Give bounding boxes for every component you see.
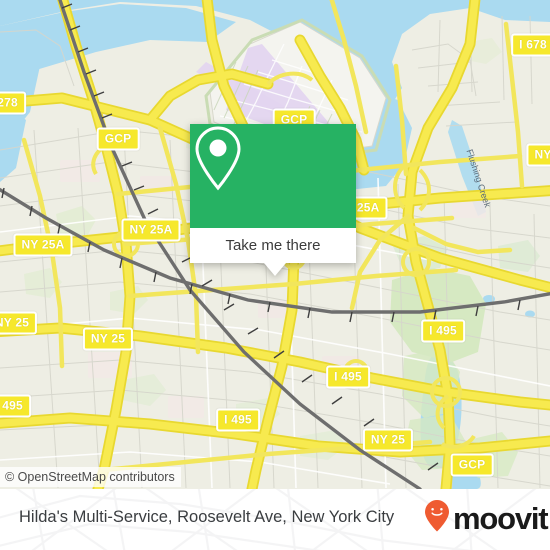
popup-image-area (190, 124, 356, 228)
place-caption: Hilda's Multi-Service, Roosevelt Ave, Ne… (19, 508, 395, 526)
road-shield: NY 25A (121, 218, 181, 242)
osm-attribution[interactable]: © OpenStreetMap contributors (0, 467, 181, 487)
destination-popup-card[interactable]: Take me there (190, 124, 356, 276)
take-me-there-button[interactable]: Take me there (190, 228, 356, 263)
road-shield: I 495 (0, 394, 31, 418)
road-shield: I 495 (326, 365, 370, 389)
moovit-wordmark: moovit (453, 501, 549, 536)
moovit-smiley-pin-icon (424, 499, 450, 538)
take-me-there-label: Take me there (225, 237, 321, 254)
road-shield: I 678 (511, 33, 550, 57)
road-shield: I 495 (421, 319, 465, 343)
road-shield: I 278 (0, 91, 26, 115)
road-shield: I 495 (216, 408, 260, 432)
moovit-logo[interactable]: moovit (424, 499, 549, 538)
road-shield: NY 25 (82, 327, 134, 351)
road-shield: NY 25 (0, 311, 38, 335)
road-shield: NY (526, 143, 550, 167)
map-canvas[interactable]: I 678I 278GCPGCPNYNY 25ANY 25ANY 25ANY 2… (0, 0, 550, 489)
road-shield: NY 25 (362, 428, 414, 452)
road-shield: GCP (96, 127, 140, 151)
map-screenshot: I 678I 278GCPGCPNYNY 25ANY 25ANY 25ANY 2… (0, 0, 550, 550)
road-shield: GCP (450, 453, 494, 477)
popup-pointer (264, 263, 286, 276)
road-shield: NY 25A (13, 233, 73, 257)
